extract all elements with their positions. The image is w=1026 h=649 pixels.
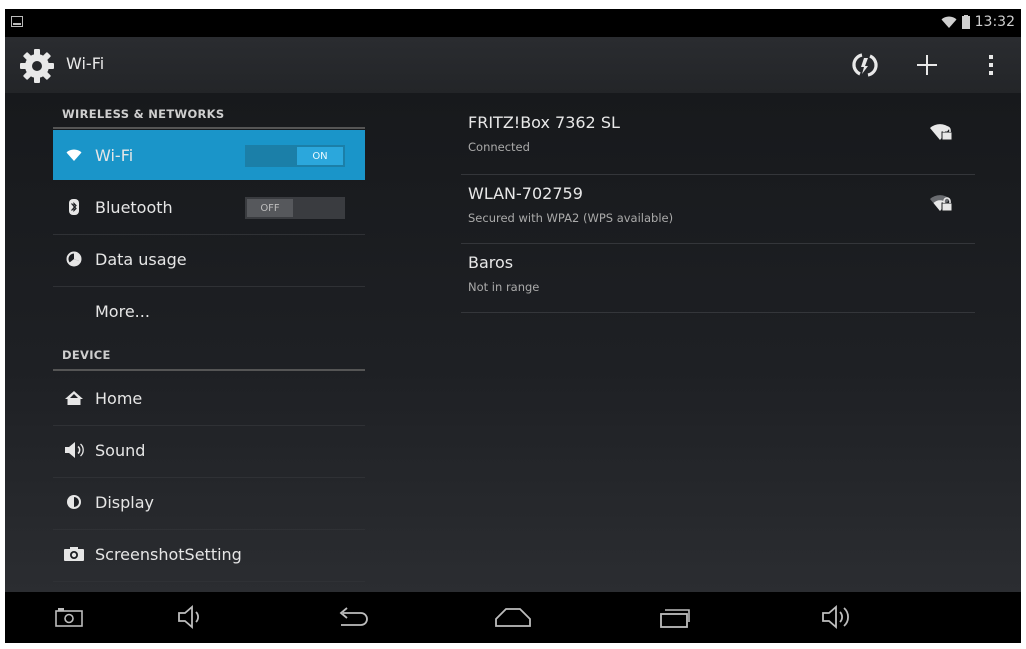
brightness-icon	[61, 477, 87, 527]
camera-icon	[55, 608, 83, 627]
navigation-bar	[5, 592, 1021, 643]
network-item-wlan-702759[interactable]: WLAN-702759 Secured with WPA2 (WPS avail…	[461, 174, 975, 242]
volume-down-button[interactable]	[171, 600, 211, 634]
category-device: DEVICE	[62, 348, 111, 362]
sidebar-item-label: Home	[95, 388, 143, 408]
volume-up-button[interactable]	[817, 600, 857, 634]
status-bar: 13:32	[5, 9, 1021, 37]
add-network-button[interactable]	[911, 49, 943, 81]
action-bar: Wi-Fi	[5, 37, 1021, 93]
category-wireless: WIRELESS & NETWORKS	[62, 107, 225, 121]
back-button[interactable]	[333, 600, 373, 634]
network-name: Baros	[468, 253, 514, 272]
category-divider	[53, 369, 365, 371]
wifi-toggle[interactable]: ON	[245, 145, 345, 167]
network-item-baros[interactable]: Baros Not in range	[461, 243, 975, 311]
sidebar-item-label: Wi-Fi	[95, 145, 134, 165]
back-icon	[339, 607, 368, 626]
sidebar-item-label: ScreenshotSetting	[95, 544, 242, 564]
network-status: Secured with WPA2 (WPS available)	[468, 211, 674, 225]
sidebar-item-label: Data usage	[95, 249, 187, 269]
sidebar-item-label: Display	[95, 492, 154, 512]
bluetooth-icon	[61, 182, 87, 232]
volume-up-icon	[822, 605, 849, 629]
recent-apps-icon	[660, 609, 690, 628]
bluetooth-toggle[interactable]: OFF	[245, 197, 345, 219]
speaker-icon	[61, 425, 87, 475]
tablet-screen: 13:32 Wi-Fi WIRELESS & NETWORKS Wi-Fi ON…	[5, 9, 1021, 643]
divider	[53, 581, 365, 582]
sidebar-item-bluetooth[interactable]: Bluetooth OFF	[53, 182, 365, 232]
network-name: WLAN-702759	[468, 184, 583, 203]
sidebar-item-label: More...	[95, 301, 150, 321]
settings-content: WIRELESS & NETWORKS Wi-Fi ON Bluetooth O…	[5, 93, 1021, 592]
recent-apps-button[interactable]	[655, 600, 695, 634]
network-status: Connected	[468, 140, 530, 154]
home-nav-icon	[495, 608, 531, 627]
network-name: FRITZ!Box 7362 SL	[468, 113, 620, 132]
sidebar-item-screenshot-setting[interactable]: ScreenshotSetting	[53, 529, 365, 579]
wps-icon	[852, 53, 878, 77]
sidebar-item-sound[interactable]: Sound	[53, 425, 365, 475]
page-title: Wi-Fi	[66, 54, 105, 73]
wifi-signal-icon	[941, 16, 957, 28]
more-vertical-icon	[989, 55, 993, 75]
wifi-lock-icon	[929, 121, 953, 145]
wps-push-button[interactable]	[849, 49, 881, 81]
overflow-menu-button[interactable]	[975, 49, 1007, 81]
sidebar-item-wifi[interactable]: Wi-Fi ON	[53, 130, 365, 180]
sidebar-item-display[interactable]: Display	[53, 477, 365, 527]
settings-gear-icon[interactable]	[18, 47, 56, 89]
sidebar-item-more[interactable]: More...	[53, 286, 365, 336]
sidebar-item-home[interactable]: Home	[53, 373, 365, 423]
category-divider	[53, 127, 365, 129]
wifi-icon	[61, 130, 87, 180]
camera-icon	[61, 529, 87, 579]
toggle-state: ON	[297, 147, 343, 165]
divider	[461, 312, 975, 313]
sidebar-item-data-usage[interactable]: Data usage	[53, 234, 365, 284]
home-icon	[61, 373, 87, 423]
screenshot-button[interactable]	[49, 600, 89, 634]
plus-icon	[917, 55, 937, 75]
toggle-state: OFF	[247, 199, 293, 217]
status-icons: 13:32	[941, 14, 1015, 30]
data-usage-icon	[61, 234, 87, 284]
home-button[interactable]	[493, 600, 533, 634]
wifi-lock-icon	[929, 192, 953, 216]
network-status: Not in range	[468, 280, 540, 294]
battery-icon	[961, 15, 970, 29]
network-item-fritzbox[interactable]: FRITZ!Box 7362 SL Connected	[461, 103, 975, 171]
clock: 13:32	[974, 14, 1015, 30]
sidebar-item-label: Bluetooth	[95, 197, 173, 217]
screenshot-notification-icon	[11, 16, 23, 27]
sidebar-item-label: Sound	[95, 440, 146, 460]
volume-down-icon	[178, 605, 199, 629]
